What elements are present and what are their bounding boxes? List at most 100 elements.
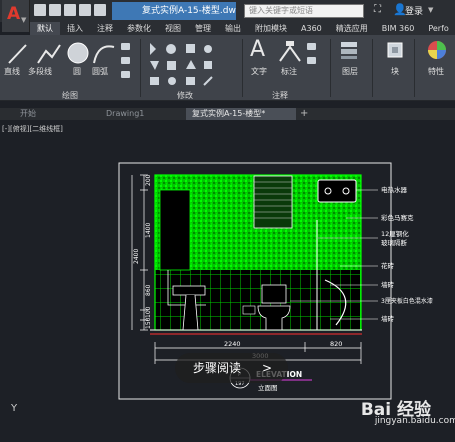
rectangle-icon[interactable]	[121, 43, 130, 50]
elevation-subtitle: 立面图	[258, 383, 278, 392]
tab-current-drawing[interactable]: 复式实例A-15-楼型*	[186, 108, 296, 120]
save-icon[interactable]	[64, 4, 76, 16]
hatch-icon[interactable]	[121, 71, 130, 78]
tab-addins[interactable]: 附加模块	[248, 22, 294, 35]
ribbon-panels: 直线 多段线 圆 圆弧 绘图 修改 A 文字 标注 注释 图层 块 特性	[0, 35, 455, 101]
quick-access-toolbar	[34, 4, 106, 18]
drawing-viewport[interactable]: [-][俯视][二维线框] Y 200 1400 2400 860 100 15…	[0, 120, 455, 442]
search-input[interactable]: 键入关键字或短语	[244, 4, 364, 18]
basin	[172, 285, 206, 296]
polyline-icon[interactable]	[37, 44, 61, 64]
binoculars-icon[interactable]: ⛶	[374, 4, 386, 16]
document-title: 复式实例A-15-楼型.dwg	[112, 2, 236, 20]
scale-icon[interactable]	[168, 77, 176, 85]
panel-divider	[140, 39, 141, 97]
stretch-icon[interactable]	[150, 77, 159, 85]
callout-plywood: 3厘夹板白色混水漆	[381, 297, 433, 305]
chevron-down-icon[interactable]: ▼	[428, 6, 433, 14]
print-icon[interactable]	[79, 4, 91, 16]
panel-divider	[372, 39, 373, 97]
offset-icon[interactable]	[203, 76, 213, 86]
tab-insert[interactable]: 插入	[60, 22, 90, 35]
dim-2240: 2240	[224, 340, 241, 348]
trim-icon[interactable]	[186, 44, 195, 53]
layers-icon[interactable]	[339, 40, 361, 60]
tab-bim360[interactable]: BIM 360	[375, 22, 422, 35]
basin-pedestal	[182, 294, 199, 331]
baidu-watermark: Bai 经验 jingyan.baidu.com	[361, 395, 455, 426]
text-label: 文字	[251, 67, 267, 76]
polyline-label: 多段线	[28, 67, 52, 76]
undo-icon[interactable]	[94, 4, 106, 16]
mirror-icon[interactable]	[167, 61, 176, 70]
dim-200: 200	[145, 174, 152, 186]
text-icon[interactable]: A	[250, 37, 265, 62]
circle-label: 圆	[73, 67, 81, 76]
callout-water-heater: 电热水器	[381, 185, 408, 194]
layers-label: 图层	[342, 67, 358, 76]
dim-1400: 1400	[145, 223, 152, 238]
step-reading-button[interactable]: 步骤阅读 >	[175, 353, 288, 383]
dim-100: 100	[145, 306, 152, 318]
fillet-icon[interactable]	[186, 60, 196, 69]
new-icon[interactable]	[34, 4, 46, 16]
tab-performance[interactable]: Perfo	[421, 22, 455, 35]
arc-icon[interactable]	[93, 45, 115, 64]
move-icon[interactable]	[150, 43, 156, 55]
tab-output[interactable]: 输出	[218, 22, 248, 35]
line-label: 直线	[4, 67, 20, 76]
line-icon[interactable]	[8, 44, 27, 64]
properties-label: 特性	[428, 67, 444, 76]
tab-a360[interactable]: A360	[294, 22, 329, 35]
file-tab-bar: 开始 Drawing1 复式实例A-15-楼型* +	[0, 108, 455, 120]
ribbon-tab-bar: 默认 插入 注释 参数化 视图 管理 输出 附加模块 A360 精选应用 BIM…	[30, 22, 455, 35]
rotate-icon[interactable]	[166, 44, 176, 54]
color-wheel-icon[interactable]	[426, 39, 448, 61]
elevation-drawing: 200 1400 2400 860 100 150 2240 820 3000	[118, 162, 433, 400]
panel-divider	[330, 39, 331, 97]
tab-manage[interactable]: 管理	[188, 22, 218, 35]
toilet-paper-holder	[242, 305, 256, 315]
step-reading-label: 步骤阅读	[193, 361, 242, 375]
circle-icon[interactable]	[67, 42, 89, 64]
callout-pattern-tile: 花砖	[381, 261, 395, 270]
annotation-panel-title[interactable]: 注释	[272, 90, 288, 101]
tab-drawing1[interactable]: Drawing1	[100, 108, 182, 120]
login-button[interactable]: 登录	[405, 4, 423, 17]
autocad-logo-icon: A	[7, 4, 21, 24]
title-bar: 复式实例A-15-楼型.dwg 键入关键字或短语 ⛶ 👤 登录 ▼	[0, 0, 455, 22]
dim-860: 860	[145, 284, 152, 296]
explode-icon[interactable]	[204, 61, 212, 69]
tab-view[interactable]: 视图	[158, 22, 188, 35]
chevron-down-icon: ▼	[21, 16, 27, 24]
table-icon[interactable]	[307, 57, 316, 64]
watermark-url: jingyan.baidu.com	[374, 416, 455, 426]
tab-default[interactable]: 默认	[30, 22, 60, 35]
new-tab-plus-icon[interactable]: +	[300, 108, 308, 120]
ellipse-icon[interactable]	[121, 57, 130, 64]
callout-tempered-glass: 12厘钢化	[381, 229, 409, 238]
tab-parametric[interactable]: 参数化	[120, 22, 158, 35]
app-menu-button[interactable]: A ▼	[2, 0, 30, 32]
mirror-cabinet	[159, 189, 191, 271]
dimension-icon[interactable]	[278, 41, 304, 65]
tab-annotate[interactable]: 注释	[90, 22, 120, 35]
dim-150: 150	[145, 317, 152, 329]
copy-icon[interactable]	[150, 61, 159, 70]
open-icon[interactable]	[49, 4, 61, 16]
tab-featured-apps[interactable]: 精选应用	[329, 22, 375, 35]
array-icon[interactable]	[186, 77, 195, 85]
block-icon[interactable]	[386, 41, 406, 61]
leader-icon[interactable]	[307, 43, 316, 50]
callout-wall-tile: 墙砖	[381, 280, 395, 289]
erase-icon[interactable]	[204, 45, 212, 53]
draw-panel-title[interactable]: 绘图	[62, 90, 78, 101]
modify-panel-title[interactable]: 修改	[177, 90, 193, 101]
callout-wall-tile-2: 墙砖	[381, 314, 395, 323]
panel-divider	[414, 39, 415, 97]
water-heater	[317, 179, 357, 203]
callout-mosaic: 彩色马赛克	[381, 213, 414, 222]
autocad-window: 复式实例A-15-楼型.dwg 键入关键字或短语 ⛶ 👤 登录 ▼ A ▼ 默认…	[0, 0, 455, 442]
modify-tool-icons	[150, 43, 213, 86]
tab-start[interactable]: 开始	[14, 108, 94, 120]
